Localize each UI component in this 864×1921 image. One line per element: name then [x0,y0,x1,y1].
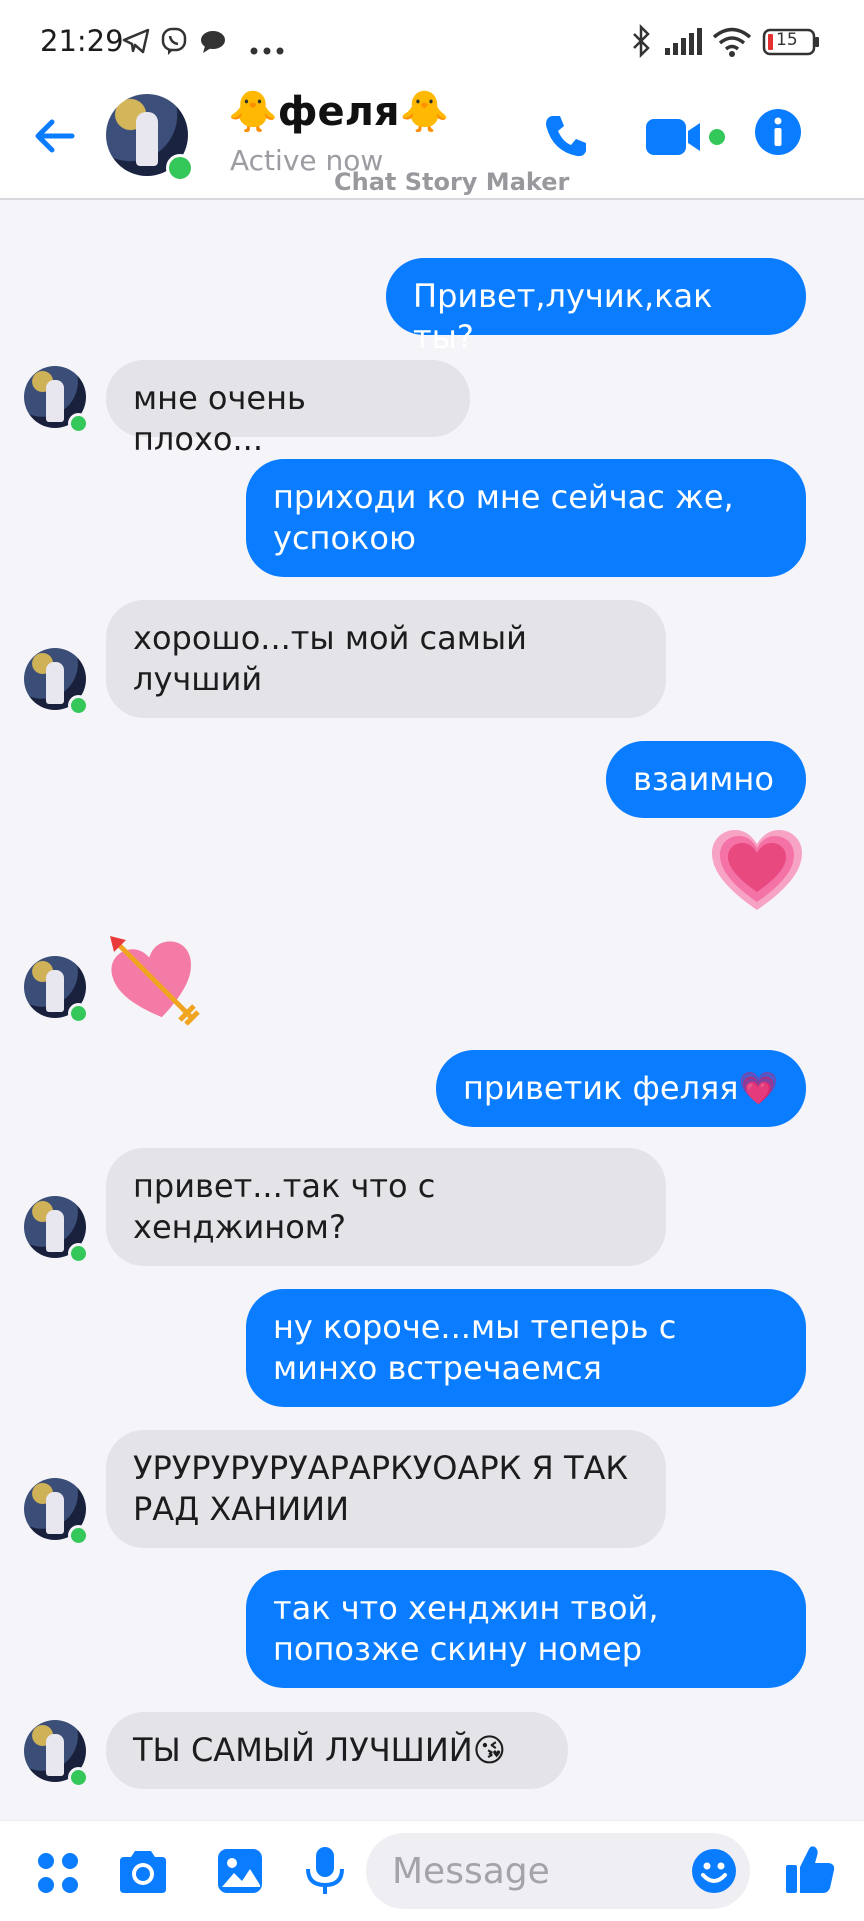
online-indicator [68,413,89,434]
message-outgoing[interactable]: приветик феляя💗 [436,1050,806,1127]
composer-bar [0,1820,864,1921]
online-indicator [68,1767,89,1788]
emoji-icon[interactable] [690,1847,738,1899]
more-dots-icon [250,40,284,59]
wifi-icon [712,26,752,62]
message-incoming[interactable]: ТЫ САМЫЙ ЛУЧШИЙ😘 [106,1712,568,1789]
online-indicator [68,1243,89,1264]
gallery-icon[interactable] [216,1847,264,1899]
message-incoming[interactable]: привет...так что с хенджином? [106,1148,666,1266]
message-outgoing[interactable]: Привет,лучик,как ты? [386,258,806,356]
message-incoming[interactable]: хорошо...ты мой самый лучший [106,600,666,718]
chat-header: 🐥феля🐥 Active now Chat Story Maker [0,86,864,200]
back-button[interactable] [30,112,78,164]
message-outgoing[interactable]: приходи ко мне сейчас же, успокою [246,459,806,577]
call-button[interactable] [540,110,592,166]
sticker-outgoing[interactable]: 💗 [712,830,802,918]
telegram-icon [122,28,150,58]
message-outgoing[interactable]: ну короче...мы теперь с минхо встречаемс… [246,1289,806,1407]
sticker-incoming[interactable]: 💘 [108,934,200,1030]
signal-icon [664,28,704,60]
message-outgoing[interactable]: так что хенджин твой, попозже скину номе… [246,1570,806,1688]
info-button[interactable] [754,108,802,160]
status-bar: 21:29 15 [0,0,864,86]
microphone-icon[interactable] [304,1845,346,1901]
battery-level: 15 [776,30,798,50]
viber-icon [160,26,190,60]
thumbs-up-icon[interactable] [784,1843,836,1899]
apps-icon[interactable] [36,1851,80,1899]
online-indicator [166,154,194,182]
online-indicator [68,1003,89,1024]
video-call-button[interactable] [644,116,730,162]
contact-name[interactable]: 🐥феля🐥 [228,88,449,135]
message-incoming[interactable]: мне очень плохо... [106,360,470,458]
chat-bubble-icon [200,30,226,58]
online-indicator [68,695,89,716]
camera-icon[interactable] [116,1849,170,1899]
online-indicator [68,1525,89,1546]
message-outgoing[interactable]: взаимно [606,741,806,818]
bluetooth-icon [630,23,652,62]
status-time: 21:29 [40,24,124,58]
watermark: Chat Story Maker [334,168,570,196]
message-incoming[interactable]: УРУРУРУРУАРАРКУОАРК Я ТАК РАД ХАНИИИ [106,1430,666,1548]
battery-icon: 15 [762,28,820,60]
